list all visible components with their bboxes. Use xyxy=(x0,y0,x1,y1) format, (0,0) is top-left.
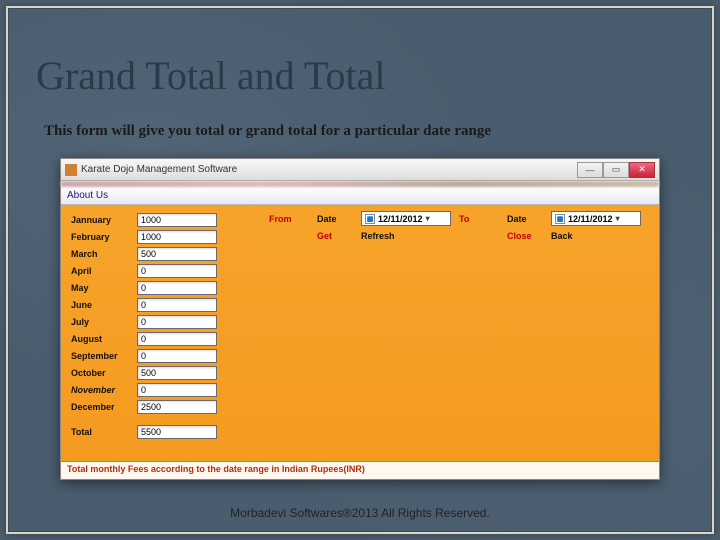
month-row: September xyxy=(71,347,251,364)
month-row: October xyxy=(71,364,251,381)
month-label: March xyxy=(71,249,131,259)
calendar-icon: ▦ xyxy=(555,214,565,224)
chevron-down-icon: ▾ xyxy=(426,214,430,223)
menubar: About Us xyxy=(61,187,659,205)
app-icon xyxy=(65,164,77,176)
chevron-down-icon: ▾ xyxy=(616,214,620,223)
month-label: June xyxy=(71,300,131,310)
month-label: October xyxy=(71,368,131,378)
month-label: May xyxy=(71,283,131,293)
to-label: To xyxy=(459,214,499,224)
month-input[interactable] xyxy=(137,298,217,312)
date-range-row: From Date ▦ 12/11/2012 ▾ To Date ▦ 12/11… xyxy=(269,211,651,226)
to-date-picker[interactable]: ▦ 12/11/2012 ▾ xyxy=(551,211,641,226)
slide-description: This form will give you total or grand t… xyxy=(44,123,491,140)
month-label: February xyxy=(71,232,131,242)
minimize-button[interactable]: — xyxy=(577,162,603,178)
maximize-button[interactable]: ▭ xyxy=(603,162,629,178)
back-button[interactable]: Back xyxy=(551,231,641,241)
month-row: March xyxy=(71,245,251,262)
month-row: June xyxy=(71,296,251,313)
month-input[interactable] xyxy=(137,281,217,295)
footer-note: Total monthly Fees according to the date… xyxy=(61,461,659,479)
month-input[interactable] xyxy=(137,247,217,261)
month-row: July xyxy=(71,313,251,330)
from-date-picker[interactable]: ▦ 12/11/2012 ▾ xyxy=(361,211,451,226)
month-label: August xyxy=(71,334,131,344)
action-row: Get Refresh Close Back xyxy=(269,231,651,241)
total-label: Total xyxy=(71,427,131,437)
month-input[interactable] xyxy=(137,400,217,414)
month-input[interactable] xyxy=(137,264,217,278)
titlebar: Karate Dojo Management Software — ▭ ✕ xyxy=(61,159,659,181)
to-date-value: 12/11/2012 xyxy=(568,214,613,224)
month-input[interactable] xyxy=(137,332,217,346)
copyright: Morbadevi Softwares®2013 All Rights Rese… xyxy=(0,506,720,520)
month-input[interactable] xyxy=(137,349,217,363)
client-area: Jannuary February March April May June July Aug… xyxy=(61,205,659,461)
app-window: Karate Dojo Management Software — ▭ ✕ Ab… xyxy=(60,158,660,480)
menu-about[interactable]: About Us xyxy=(67,190,108,201)
refresh-button[interactable]: Refresh xyxy=(361,231,451,241)
window-controls: — ▭ ✕ xyxy=(577,162,655,178)
total-row: Total xyxy=(71,423,251,441)
month-input[interactable] xyxy=(137,213,217,227)
to-date-label: Date xyxy=(507,214,543,224)
month-row: February xyxy=(71,228,251,245)
month-row: Jannuary xyxy=(71,211,251,228)
from-date-label: Date xyxy=(317,214,353,224)
months-column: Jannuary February March April May June July Aug… xyxy=(71,211,251,441)
month-row: November xyxy=(71,381,251,398)
close-button[interactable]: ✕ xyxy=(629,162,655,178)
month-input[interactable] xyxy=(137,366,217,380)
close-action-button[interactable]: Close xyxy=(507,231,543,241)
month-row: May xyxy=(71,279,251,296)
slide-title: Grand Total and Total xyxy=(36,52,386,99)
month-row: April xyxy=(71,262,251,279)
month-label: July xyxy=(71,317,131,327)
month-label: April xyxy=(71,266,131,276)
total-input[interactable] xyxy=(137,425,217,439)
month-row: December xyxy=(71,398,251,415)
get-button[interactable]: Get xyxy=(317,231,353,241)
month-label: Jannuary xyxy=(71,215,131,225)
month-input[interactable] xyxy=(137,315,217,329)
from-label: From xyxy=(269,214,309,224)
month-label: November xyxy=(71,385,131,395)
month-row: August xyxy=(71,330,251,347)
window-title: Karate Dojo Management Software xyxy=(81,164,237,175)
month-label: December xyxy=(71,402,131,412)
month-label: September xyxy=(71,351,131,361)
decorative-strip xyxy=(61,181,659,187)
calendar-icon: ▦ xyxy=(365,214,375,224)
month-input[interactable] xyxy=(137,383,217,397)
from-date-value: 12/11/2012 xyxy=(378,214,423,224)
month-input[interactable] xyxy=(137,230,217,244)
